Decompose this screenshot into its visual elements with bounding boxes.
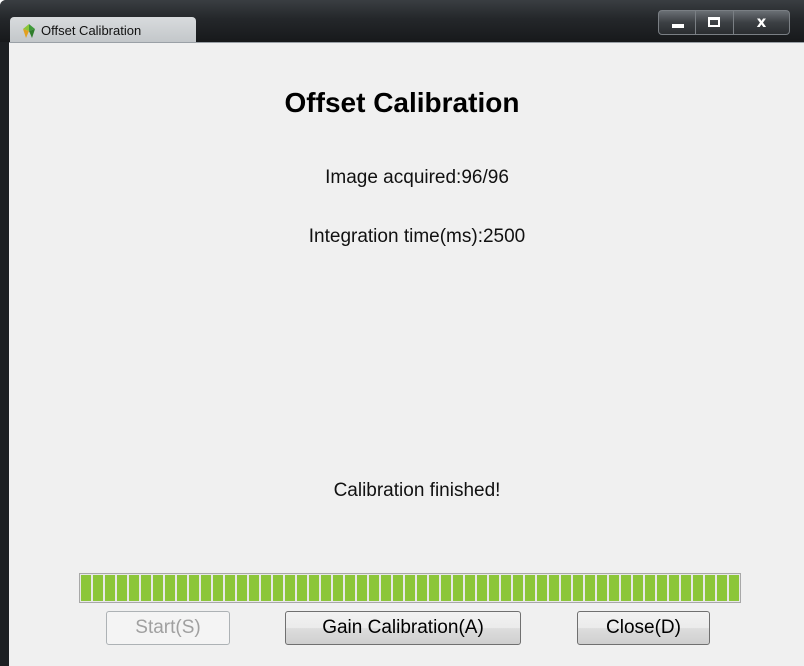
application-window: Offset Calibration x Offset Calibration …	[0, 0, 804, 666]
images-acquired-text: Image acquired:96/96	[325, 167, 509, 188]
minimize-button[interactable]	[658, 10, 696, 35]
progress-fill	[81, 575, 739, 601]
calibration-progress-bar	[79, 573, 741, 603]
minimize-icon	[672, 24, 684, 28]
caption-buttons: x	[658, 10, 790, 35]
close-window-button[interactable]: x	[734, 10, 790, 35]
maximize-button[interactable]	[696, 10, 734, 35]
dialog-heading: Offset Calibration	[284, 87, 520, 118]
gain-calibration-button[interactable]: Gain Calibration(A)	[285, 611, 521, 645]
app-logo-icon	[23, 24, 35, 38]
calibration-status-text: Calibration finished!	[333, 480, 501, 501]
maximize-icon	[708, 17, 720, 27]
close-icon: x	[756, 13, 767, 31]
start-button[interactable]: Start(S)	[106, 611, 230, 645]
window-title: Offset Calibration	[41, 23, 142, 38]
integration-time-text: Integration time(ms):2500	[308, 226, 526, 247]
close-button[interactable]: Close(D)	[577, 611, 710, 645]
